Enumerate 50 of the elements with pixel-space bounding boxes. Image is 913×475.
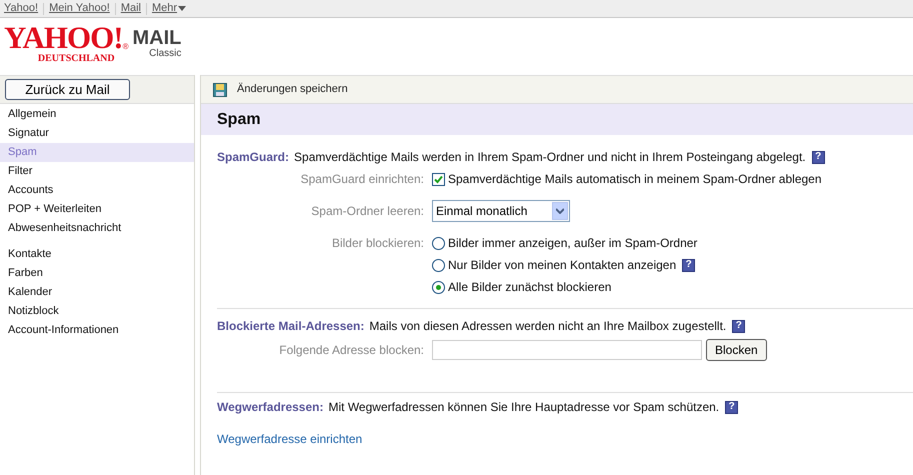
section-heading: Blockierte Mail-Adressen: [217,318,364,335]
address-input-field[interactable] [432,340,702,360]
sidebar-item[interactable]: Filter [0,162,194,181]
radio-label: Bilder immer anzeigen, außer im Spam-Ordner [448,235,698,252]
section-description: Spamverdächtige Mails werden in Ihrem Spam-Ordner und nicht in Ihrem Posteingang abgelegt. [294,149,806,166]
checkbox-label: Spamverdächtige Mails automatisch in meinem Spam-Ordner ablegen [448,171,822,188]
top-link[interactable]: Mail [120,0,141,17]
checkbox[interactable] [432,172,445,186]
setup-link[interactable]: Wegwerfadresse einrichten [217,430,362,448]
sidebar-item[interactable]: Abwesenheitsnachricht [0,219,194,238]
logo-text: YAHOO! [4,23,123,53]
sidebar-item[interactable]: Kontakte [0,245,194,264]
radio-button[interactable] [432,258,445,272]
edition-label: Classic [149,48,182,59]
field-label: Bilder blockieren: [330,235,425,252]
section-description: Mails von diesen Adressen werden nicht an Ihre Mailbox zugestellt. [369,318,726,335]
top-link[interactable]: Mehr [152,0,178,17]
radio-button[interactable] [432,280,445,294]
sidebar-item[interactable]: Account-Informationen [0,321,194,340]
logo-region: DEUTSCHLAND [38,53,115,64]
top-link[interactable]: Yahoo! [4,0,38,17]
help-icon[interactable]: ? [725,400,738,414]
registered-mark: ® [122,41,128,53]
save-button[interactable]: Änderungen speichern [213,81,348,98]
field-label: Folgende Adresse blocken: [278,342,425,359]
sidebar-item[interactable]: Notizblock [0,302,194,321]
sidebar-item[interactable]: Farben [0,264,194,283]
caret-icon [178,6,186,11]
radio-button[interactable] [432,236,445,250]
help-icon[interactable]: ? [682,258,696,272]
block-button[interactable]: Blocken [706,339,767,361]
radio-label: Nur Bilder von meinen Kontakten anzeigen [448,257,676,274]
sidebar-item[interactable]: POP + Weiterleiten [0,200,194,219]
sidebar-item[interactable]: Kalender [0,283,194,302]
section-heading: SpamGuard: [217,149,290,166]
field-label: Spam-Ordner leeren: [310,203,425,220]
select-field[interactable]: Einmal monatlich [432,200,570,222]
sidebar-item[interactable]: Signatur [0,124,194,143]
section-description: Mit Wegwerfadressen können Sie Ihre Hauptadresse vor Spam schützen. [328,399,720,416]
top-link[interactable]: Mein Yahoo! [49,0,110,17]
back-button[interactable]: Zurück zu Mail [5,79,130,100]
radio-label: Alle Bilder zunächst blockieren [448,279,612,296]
section-heading: Wegwerfadressen: [217,399,324,416]
help-icon[interactable]: ? [732,320,746,332]
page-title: Spam [217,110,261,130]
product-name: MAIL [132,28,182,48]
help-icon[interactable]: ? [812,150,825,164]
sidebar-item[interactable]: Allgemein [0,105,194,124]
sidebar-item[interactable]: Accounts [0,181,194,200]
field-label: SpamGuard einrichten: [300,171,425,188]
